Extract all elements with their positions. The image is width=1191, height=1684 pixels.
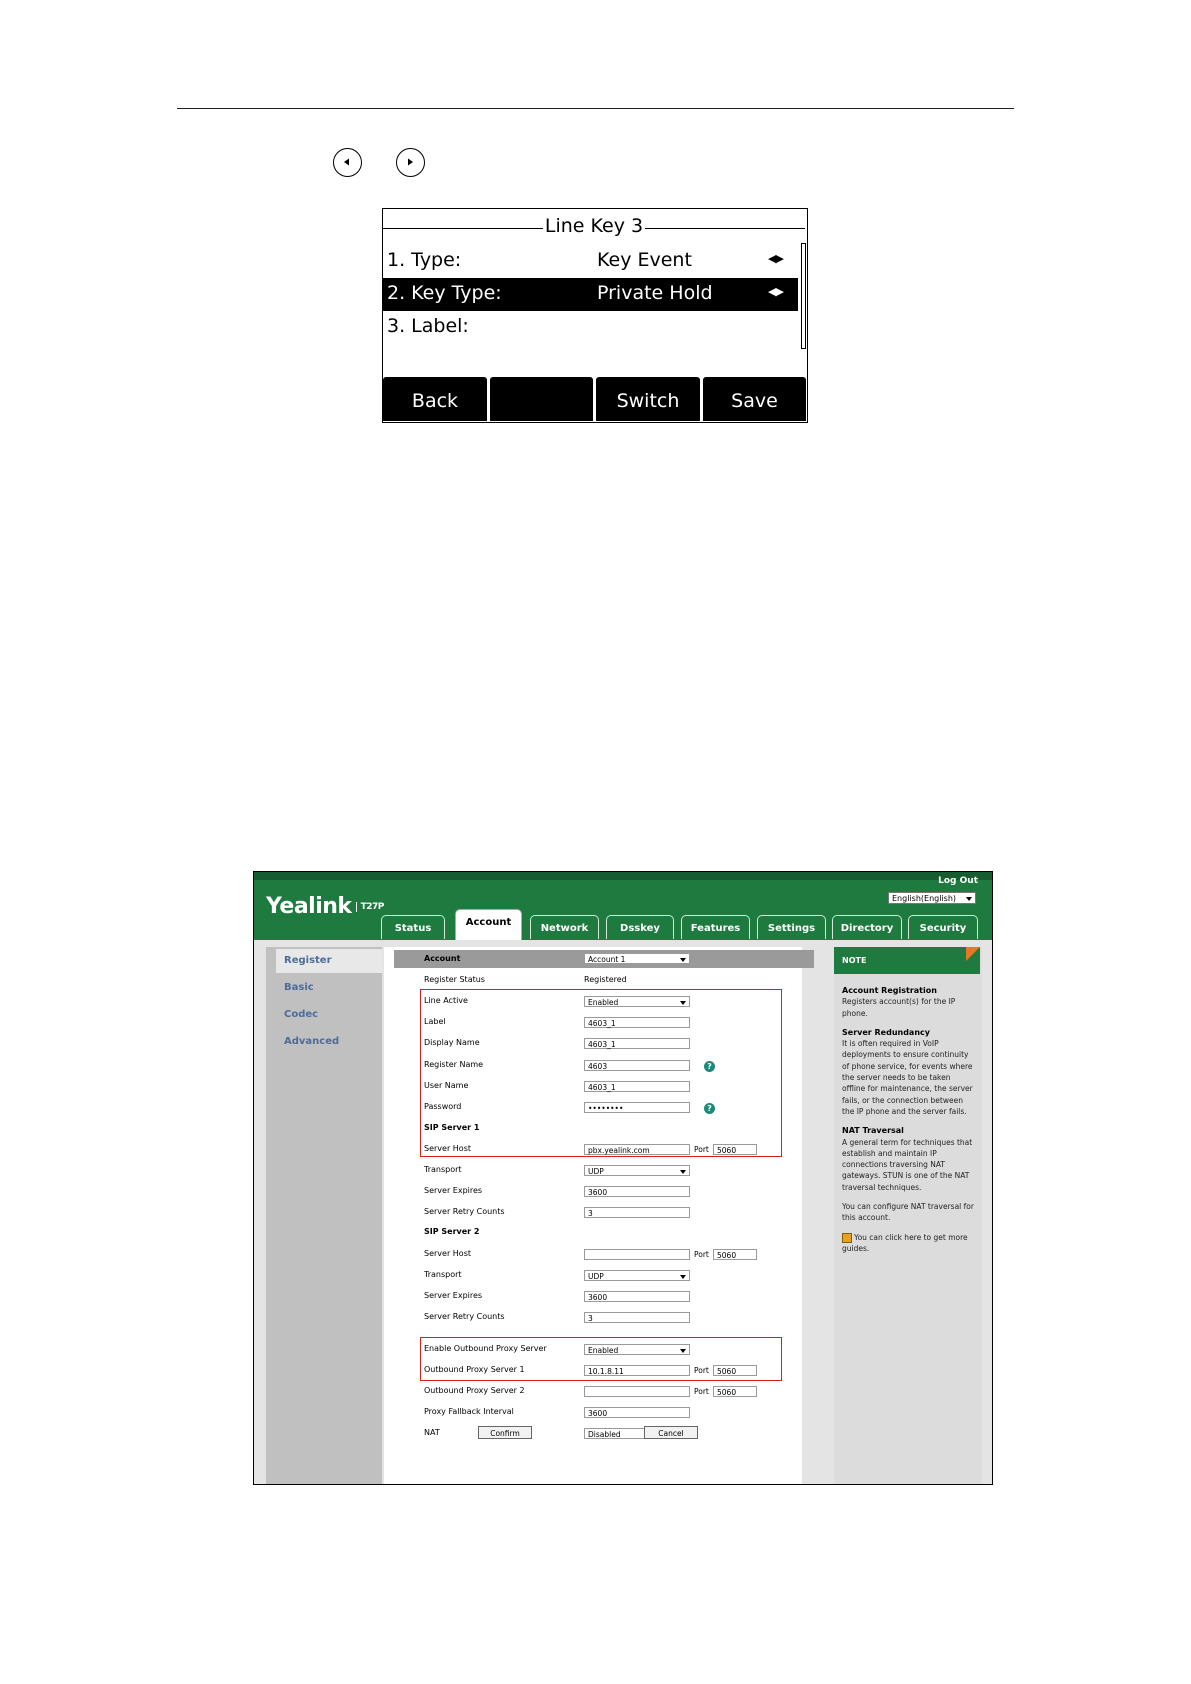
softkey-back[interactable]: Back: [383, 377, 487, 421]
sip1-server-expires-label: Server Expires: [424, 1186, 483, 1195]
sip2-transport-value: UDP: [588, 1272, 604, 1281]
sip1-server-retry-input[interactable]: 3: [584, 1207, 690, 1218]
sip2-server-host-input[interactable]: [584, 1249, 690, 1260]
cancel-button[interactable]: Cancel: [644, 1426, 698, 1439]
row-label: 3. Label:: [387, 315, 469, 337]
note-text: A general term for techniques that estab…: [842, 1137, 973, 1192]
header-rule: [177, 108, 1014, 109]
right-navigation-key-icon: [396, 148, 425, 177]
tab-settings[interactable]: Settings: [757, 915, 826, 939]
left-navigation-key-icon: [333, 148, 362, 177]
row-value: Key Event: [597, 249, 692, 271]
sip1-transport-label: Transport: [424, 1165, 462, 1174]
web-ui-screenshot: Yealink T27P Log Out English(English) Sta…: [253, 871, 993, 1485]
sip1-transport-value: UDP: [588, 1167, 604, 1176]
outbound-2-port-input[interactable]: 5060: [713, 1386, 757, 1397]
sip2-server-expires-label: Server Expires: [424, 1291, 483, 1300]
note-body: Account Registration Registers account(s)…: [842, 985, 974, 1262]
proxy-fallback-label: Proxy Fallback Interval: [424, 1407, 514, 1416]
note-text: It is often required in VoIP deployments…: [842, 1039, 973, 1116]
register-status-value: Registered: [584, 975, 627, 984]
guide-icon: [842, 1232, 852, 1243]
chevron-down-icon: [680, 1275, 686, 1279]
sip2-port-input[interactable]: 5060: [713, 1249, 757, 1260]
lcd-scrollbar: [801, 243, 806, 349]
lcd-title-bar: Line Key 3: [383, 215, 805, 239]
left-right-arrows-icon: ◀▶: [768, 252, 784, 265]
sip2-server-retry-label: Server Retry Counts: [424, 1312, 505, 1321]
nav-register[interactable]: Register: [276, 949, 382, 973]
phone-lcd-screen: Line Key 3 1. Type: Key Event ◀▶ 2. Key …: [382, 208, 808, 423]
note-corner-icon: [966, 947, 980, 961]
account-select[interactable]: Account 1: [584, 953, 690, 964]
tab-directory[interactable]: Directory: [832, 915, 902, 939]
sip2-server-expires-input[interactable]: 3600: [584, 1291, 690, 1302]
nav-advanced[interactable]: Advanced: [284, 1036, 339, 1047]
outbound-2-port-label: Port: [694, 1387, 709, 1396]
sip2-port-label: Port: [694, 1250, 709, 1259]
lcd-title: Line Key 3: [544, 215, 644, 237]
note-text: You can configure NAT traversal for this…: [842, 1202, 974, 1223]
note-heading-nat-traversal: NAT Traversal: [842, 1126, 904, 1136]
note-panel: NOTE Account Registration Registers accou…: [834, 947, 982, 1484]
logout-link[interactable]: Log Out: [938, 876, 978, 886]
top-bar: Yealink T27P Log Out English(English) Sta…: [254, 872, 992, 940]
chevron-down-icon: [966, 897, 972, 901]
sip2-server-retry-input[interactable]: 3: [584, 1312, 690, 1323]
account-label: Account: [424, 954, 461, 963]
highlight-box-registration: [420, 989, 782, 1157]
left-navigation: Register Basic Codec Advanced: [266, 947, 382, 1484]
sip2-server-host-label: Server Host: [424, 1249, 471, 1258]
nat-label: NAT: [424, 1428, 440, 1437]
confirm-button[interactable]: Confirm: [478, 1426, 532, 1439]
sip1-transport-select[interactable]: UDP: [584, 1165, 690, 1176]
left-right-arrows-icon: ◀▶: [768, 285, 784, 298]
register-status-label: Register Status: [424, 975, 485, 984]
nav-basic[interactable]: Basic: [284, 982, 314, 993]
lcd-row-label[interactable]: 3. Label:: [383, 311, 798, 344]
tab-network[interactable]: Network: [530, 915, 599, 939]
softkey-save[interactable]: Save: [703, 377, 806, 421]
sip2-transport-select[interactable]: UDP: [584, 1270, 690, 1281]
note-text: Registers account(s) for the IP phone.: [842, 997, 956, 1018]
softkey-blank[interactable]: [490, 377, 593, 421]
proxy-fallback-input[interactable]: 3600: [584, 1407, 690, 1418]
sip2-transport-label: Transport: [424, 1270, 462, 1279]
logo-text: Yealink: [266, 894, 352, 919]
row-label: 2. Key Type:: [387, 282, 502, 304]
model-label: T27P: [355, 902, 384, 912]
language-select[interactable]: English(English): [888, 892, 976, 904]
lcd-row-type[interactable]: 1. Type: Key Event ◀▶: [383, 245, 798, 278]
tab-status[interactable]: Status: [381, 915, 445, 939]
note-title: NOTE: [834, 947, 980, 974]
outbound-proxy-2-input[interactable]: [584, 1386, 690, 1397]
sip-server-2-heading: SIP Server 2: [424, 1227, 480, 1236]
sip1-server-retry-label: Server Retry Counts: [424, 1207, 505, 1216]
chevron-down-icon: [680, 1170, 686, 1174]
chevron-down-icon: [680, 958, 686, 962]
row-value: Private Hold: [597, 282, 713, 304]
yealink-logo: Yealink T27P: [266, 894, 384, 919]
row-label: 1. Type:: [387, 249, 462, 271]
account-register-form: Account Account 1 Register Status Regist…: [384, 947, 814, 1484]
softkey-bar: Back Switch Save: [383, 377, 806, 421]
note-heading-account-registration: Account Registration: [842, 986, 937, 995]
note-heading-server-redundancy: Server Redundancy: [842, 1027, 930, 1037]
highlight-box-outbound-proxy: [420, 1337, 782, 1381]
guide-link[interactable]: You can click here to get more guides.: [842, 1233, 968, 1253]
lcd-row-key-type[interactable]: 2. Key Type: Private Hold ◀▶: [383, 278, 798, 311]
outbound-proxy-2-label: Outbound Proxy Server 2: [424, 1386, 525, 1395]
nat-value: Disabled: [588, 1430, 621, 1439]
sip1-server-expires-input[interactable]: 3600: [584, 1186, 690, 1197]
language-value: English(English): [892, 894, 957, 903]
softkey-switch[interactable]: Switch: [596, 377, 700, 421]
nav-codec[interactable]: Codec: [284, 1009, 318, 1020]
tab-features[interactable]: Features: [681, 915, 750, 939]
tab-security[interactable]: Security: [908, 915, 978, 939]
tab-dsskey[interactable]: Dsskey: [606, 915, 674, 939]
tab-account[interactable]: Account: [455, 909, 522, 940]
account-value: Account 1: [588, 955, 626, 964]
